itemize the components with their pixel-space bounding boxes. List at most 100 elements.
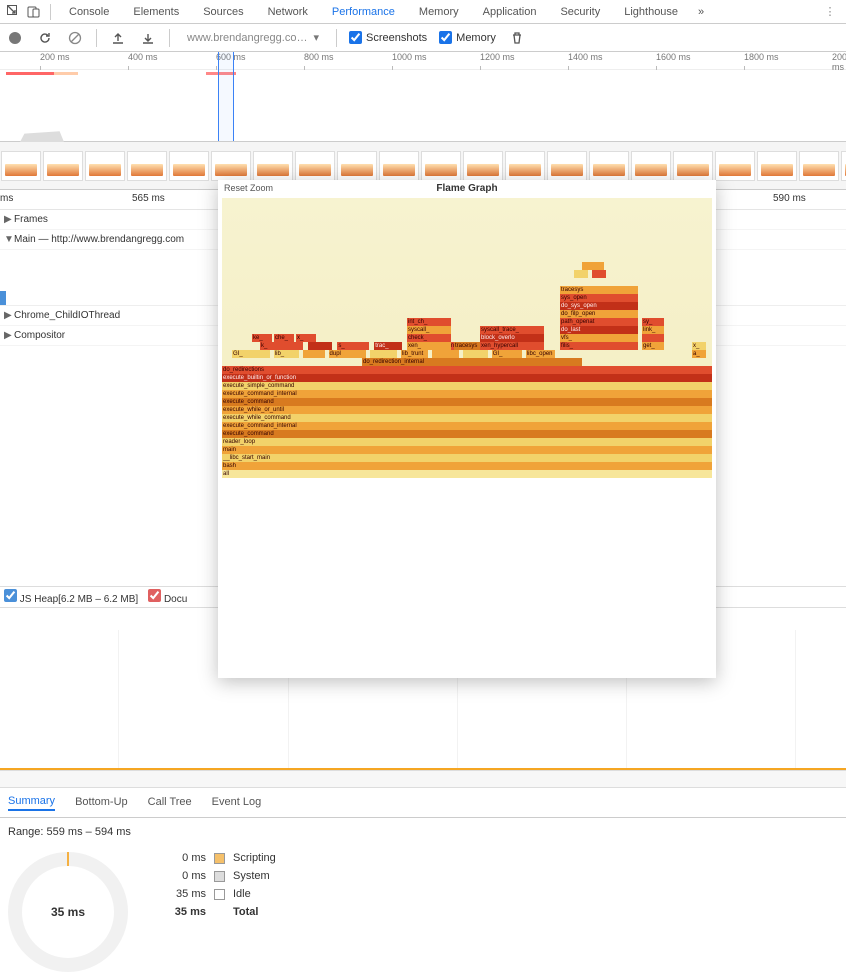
tab-network[interactable]: Network bbox=[256, 0, 320, 24]
flamegraph-frame[interactable]: GI_ bbox=[492, 350, 522, 358]
flamegraph-frame[interactable]: xen_ bbox=[407, 342, 451, 350]
garbage-collect-icon[interactable] bbox=[508, 29, 526, 47]
flamegraph-frame[interactable]: syscall_trace_ bbox=[480, 326, 544, 334]
flamegraph-frame[interactable]: execute_command bbox=[222, 430, 712, 438]
summary-tab-call-tree[interactable]: Call Tree bbox=[148, 796, 192, 810]
flamegraph-frame[interactable]: do_last bbox=[560, 326, 638, 334]
flamegraph-frame[interactable]: ke_ bbox=[252, 334, 272, 342]
save-profile-icon[interactable] bbox=[139, 29, 157, 47]
flamegraph-frame[interactable]: main bbox=[222, 446, 712, 454]
filmstrip-frame[interactable] bbox=[295, 151, 335, 181]
filmstrip-frame[interactable] bbox=[379, 151, 419, 181]
flamegraph-frame[interactable] bbox=[463, 350, 488, 358]
flamegraph-frame[interactable]: do_redirection_internal bbox=[362, 358, 582, 366]
inspect-icon[interactable] bbox=[4, 2, 24, 22]
flamegraph-frame[interactable] bbox=[308, 342, 332, 350]
reload-record-button[interactable] bbox=[36, 29, 54, 47]
flamegraph-frame[interactable]: all bbox=[222, 470, 712, 478]
filmstrip-frame[interactable] bbox=[169, 151, 209, 181]
filmstrip-frame[interactable] bbox=[547, 151, 587, 181]
flamegraph-frame[interactable]: check_ bbox=[407, 334, 451, 342]
filmstrip-frame[interactable] bbox=[1, 151, 41, 181]
tab-console[interactable]: Console bbox=[57, 0, 121, 24]
flamegraph-frame[interactable]: lib_trunt bbox=[401, 350, 428, 358]
jsheap-checkbox[interactable]: JS Heap[6.2 MB – 6.2 MB] bbox=[4, 589, 138, 605]
flamegraph-frame[interactable]: a_ bbox=[692, 350, 706, 358]
flamegraph-frame[interactable]: execute_simple_command bbox=[222, 382, 712, 390]
flamegraph-frame[interactable]: execute_while_or_until bbox=[222, 406, 712, 414]
overview-selection[interactable] bbox=[218, 52, 234, 141]
flamegraph-frame[interactable] bbox=[642, 334, 664, 342]
panel-resizer[interactable] bbox=[0, 770, 846, 788]
screenshots-checkbox[interactable]: Screenshots bbox=[349, 31, 427, 44]
flamegraph-frame[interactable]: che_ bbox=[274, 334, 294, 342]
filmstrip-frame[interactable] bbox=[757, 151, 797, 181]
tab-memory[interactable]: Memory bbox=[407, 0, 471, 24]
tab-security[interactable]: Security bbox=[548, 0, 612, 24]
flamegraph-frame[interactable]: filis_ bbox=[560, 342, 638, 350]
flamegraph-frame[interactable]: execute_command_internal bbox=[222, 390, 712, 398]
flamegraph-frame[interactable] bbox=[432, 350, 459, 358]
flamegraph-frame[interactable]: lib_ bbox=[274, 350, 299, 358]
flamegraph-frame[interactable]: tracesys bbox=[560, 286, 638, 294]
settings-icon[interactable]: ⋮ bbox=[820, 2, 840, 22]
flamegraph-frame[interactable] bbox=[592, 270, 606, 278]
screenshots-checkbox-input[interactable] bbox=[349, 31, 362, 44]
flamegraph-frame[interactable]: do_sys_open bbox=[560, 302, 638, 310]
flamegraph-frame[interactable]: sy_ bbox=[642, 318, 664, 326]
flamegraph-frame[interactable]: dupl bbox=[329, 350, 366, 358]
tab-lighthouse[interactable]: Lighthouse bbox=[612, 0, 690, 24]
flamegraph-frame[interactable]: execute_while_command bbox=[222, 414, 712, 422]
filmstrip-frame[interactable] bbox=[505, 151, 545, 181]
flamegraph-frame[interactable]: syscall_ bbox=[407, 326, 451, 334]
filmstrip-frame[interactable] bbox=[211, 151, 251, 181]
tab-sources[interactable]: Sources bbox=[191, 0, 255, 24]
tab-application[interactable]: Application bbox=[471, 0, 549, 24]
flamegraph-frame[interactable]: execute_command bbox=[222, 398, 712, 406]
flamegraph-frame[interactable]: x_ bbox=[692, 342, 706, 350]
filmstrip-frame[interactable] bbox=[253, 151, 293, 181]
flamegraph-frame[interactable]: execute_builtin_or_function bbox=[222, 374, 712, 382]
memory-checkbox-input[interactable] bbox=[439, 31, 452, 44]
filmstrip-frame[interactable] bbox=[673, 151, 713, 181]
filmstrip-frame[interactable] bbox=[85, 151, 125, 181]
flamegraph-frame[interactable]: path_openat bbox=[560, 318, 638, 326]
flamegraph-frame[interactable]: xen_hypercall bbox=[480, 342, 544, 350]
filmstrip-frame[interactable] bbox=[715, 151, 755, 181]
summary-tab-event-log[interactable]: Event Log bbox=[212, 796, 262, 810]
flame-event[interactable] bbox=[0, 291, 6, 305]
filmstrip-frame[interactable] bbox=[841, 151, 846, 181]
filmstrip-frame[interactable] bbox=[127, 151, 167, 181]
filmstrip-frame[interactable] bbox=[799, 151, 839, 181]
flamegraph-frame[interactable]: s_ bbox=[337, 342, 369, 350]
record-button[interactable] bbox=[6, 29, 24, 47]
flamegraph-frame[interactable]: block_overlo bbox=[480, 334, 544, 342]
filmstrip-frame[interactable] bbox=[43, 151, 83, 181]
flamegraph-frame[interactable] bbox=[574, 270, 588, 278]
profile-selector[interactable]: www.brendangregg.co… ▾ bbox=[182, 28, 324, 47]
filmstrip-frame[interactable] bbox=[421, 151, 461, 181]
flamegraph-frame[interactable]: libc_open bbox=[526, 350, 555, 358]
flamegraph-frame[interactable]: link_ bbox=[642, 326, 664, 334]
flamegraph-frame[interactable]: do_filp_open bbox=[560, 310, 638, 318]
memory-checkbox[interactable]: Memory bbox=[439, 31, 496, 44]
flamegraph-frame[interactable] bbox=[303, 350, 325, 358]
flamegraph-frame[interactable]: int_ch_ bbox=[407, 318, 451, 326]
flamegraph-canvas[interactable]: allbash__libc_start_mainmainreader_loope… bbox=[222, 198, 712, 478]
summary-tab-summary[interactable]: Summary bbox=[8, 795, 55, 811]
filmstrip-frame[interactable] bbox=[337, 151, 377, 181]
filmstrip-frame[interactable] bbox=[463, 151, 503, 181]
tabs-overflow-icon[interactable]: » bbox=[690, 6, 712, 18]
flamegraph-frame[interactable]: do_redirections bbox=[222, 366, 712, 374]
flamegraph-frame[interactable]: trac_ bbox=[374, 342, 402, 350]
flamegraph-frame[interactable] bbox=[582, 262, 604, 270]
load-profile-icon[interactable] bbox=[109, 29, 127, 47]
flamegraph-frame[interactable]: sys_open bbox=[560, 294, 638, 302]
summary-tab-bottom-up[interactable]: Bottom-Up bbox=[75, 796, 128, 810]
overview-timeline[interactable]: 200 ms400 ms600 ms800 ms1000 ms1200 ms14… bbox=[0, 52, 846, 142]
flamegraph-frame[interactable]: x_ bbox=[296, 334, 316, 342]
flamegraph-frame[interactable]: vfs_ bbox=[560, 334, 638, 342]
flamegraph-frame[interactable]: bash bbox=[222, 462, 712, 470]
clear-button[interactable] bbox=[66, 29, 84, 47]
tab-performance[interactable]: Performance bbox=[320, 0, 407, 24]
